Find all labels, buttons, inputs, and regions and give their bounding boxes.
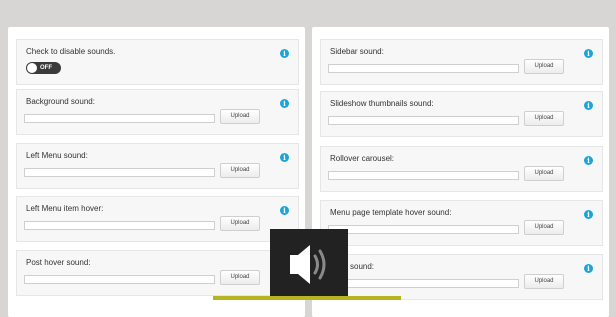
info-icon[interactable]: i [280,153,289,162]
info-icon[interactable]: i [584,264,593,273]
slideshow-thumbnails-sound-setting: Slideshow thumbnails sound: i Upload [320,91,603,137]
slideshow-thumbnails-sound-input[interactable] [328,116,519,125]
setting-label: Left Menu sound: [26,151,88,160]
setting-label: Post hover sound: [26,258,91,267]
comment-sound-input[interactable] [328,279,519,288]
info-icon[interactable]: i [584,49,593,58]
left-menu-hover-setting: Left Menu item hover: i Upload [16,196,299,242]
left-menu-hover-input[interactable] [24,221,215,230]
top-strip [0,0,616,10]
sound-overlay [270,229,348,300]
upload-button[interactable]: Upload [524,274,564,289]
setting-label: Sidebar sound: [330,47,384,56]
left-menu-sound-setting: Left Menu sound: i Upload [16,143,299,189]
info-icon[interactable]: i [280,206,289,215]
disable-sounds-setting: Check to disable sounds. i OFF [16,39,299,85]
info-icon[interactable]: i [584,156,593,165]
disable-sounds-toggle[interactable]: OFF [26,62,61,74]
left-menu-sound-input[interactable] [24,168,215,177]
upload-button[interactable]: Upload [220,216,260,231]
menu-page-template-hover-sound-setting: Menu page template hover sound: i Upload [320,200,603,246]
sidebar-sound-setting: Sidebar sound: i Upload [320,39,603,85]
background-sound-setting: Background sound: i Upload [16,89,299,135]
rollover-carousel-input[interactable] [328,171,519,180]
upload-button[interactable]: Upload [524,220,564,235]
background-sound-input[interactable] [24,114,215,123]
accent-bar [213,296,401,300]
upload-button[interactable]: Upload [524,166,564,181]
comment-sound-setting: ment sound: i Upload [320,254,603,300]
info-icon[interactable]: i [280,99,289,108]
setting-label: Rollover carousel: [330,154,395,163]
setting-label: Background sound: [26,97,95,106]
speaker-volume-icon [290,245,326,284]
post-hover-sound-input[interactable] [24,275,215,284]
post-hover-sound-setting: Post hover sound: i Upload [16,250,299,296]
info-icon[interactable]: i [280,49,289,58]
upload-button[interactable]: Upload [524,59,564,74]
right-settings-panel: Sidebar sound: i Upload Slideshow thumbn… [312,27,609,317]
setting-label: Left Menu item hover: [26,204,104,213]
upload-button[interactable]: Upload [220,163,260,178]
info-icon[interactable]: i [584,101,593,110]
toggle-state-text: OFF [40,65,52,71]
upload-button[interactable]: Upload [220,270,260,285]
left-settings-panel: Check to disable sounds. i OFF Backgroun… [8,27,305,317]
setting-label: Slideshow thumbnails sound: [330,99,434,108]
sidebar-sound-input[interactable] [328,64,519,73]
setting-label: Menu page template hover sound: [330,208,452,217]
upload-button[interactable]: Upload [220,109,260,124]
menu-page-template-hover-sound-input[interactable] [328,225,519,234]
toggle-knob [27,63,37,73]
rollover-carousel-setting: Rollover carousel: i Upload [320,146,603,192]
disable-sounds-label: Check to disable sounds. [26,47,116,56]
upload-button[interactable]: Upload [524,111,564,126]
info-icon[interactable]: i [584,210,593,219]
